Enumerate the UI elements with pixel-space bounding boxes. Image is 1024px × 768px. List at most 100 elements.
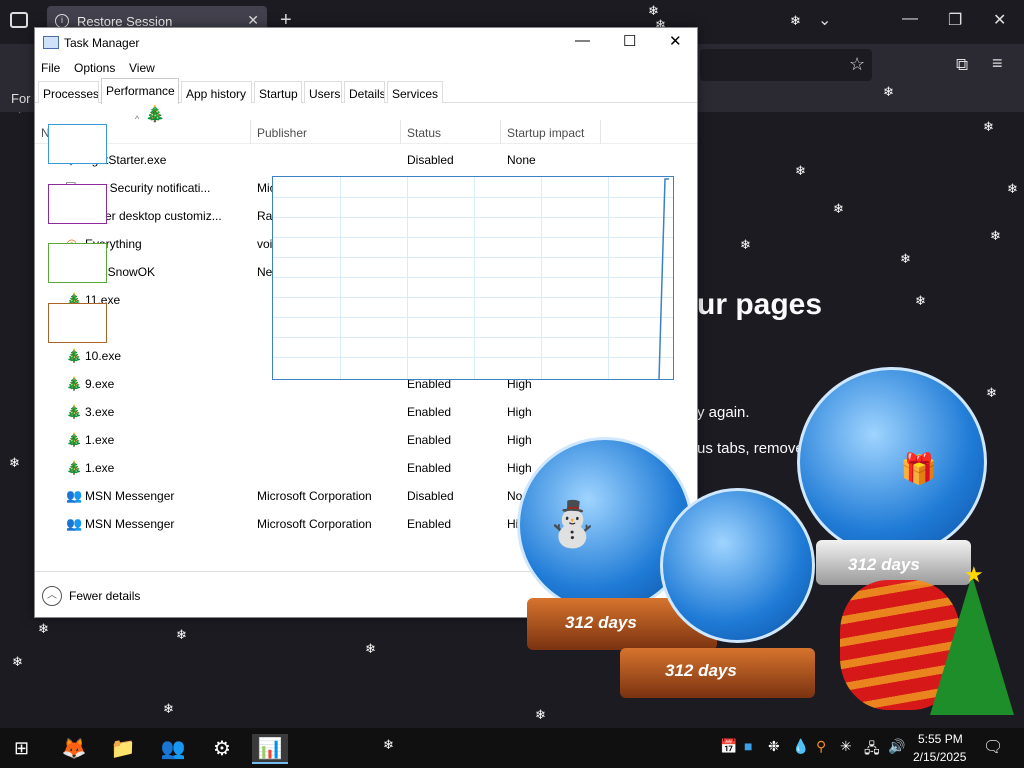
msn-icon: 👥: [66, 488, 83, 503]
page-heading: ur pages: [697, 288, 823, 321]
cell-name: 1.exe: [85, 461, 115, 475]
minimize-icon[interactable]: —: [902, 10, 918, 28]
column-headers: N Publisher Status Startup impact: [35, 120, 697, 144]
menu-view[interactable]: View: [129, 61, 155, 75]
cell-name: 9.exe: [85, 377, 115, 391]
tab-strip: Processes Performance App history Startu…: [35, 78, 697, 104]
square-tray-icon[interactable]: ■: [744, 738, 752, 754]
title-bar[interactable]: Task Manager — ☐ ✕: [35, 28, 697, 58]
windows-start-icon[interactable]: ⊞: [14, 739, 29, 757]
column-startup-impact[interactable]: Startup impact: [507, 126, 584, 140]
tab-startup[interactable]: Startup: [254, 81, 302, 103]
msn-messenger-icon[interactable]: 👥: [155, 734, 191, 764]
cell-startup-impact: None: [507, 153, 536, 167]
snow-globe-right: [797, 367, 987, 557]
tree-icon: 🎄: [66, 460, 83, 475]
snowflake-icon: ❄: [1007, 181, 1018, 196]
snowflake-icon: ❄: [883, 84, 894, 99]
drop-icon[interactable]: 💧: [792, 738, 809, 755]
tab-app-history[interactable]: App history: [181, 81, 252, 103]
calendar-icon[interactable]: 📅: [720, 738, 737, 755]
search-tray-icon[interactable]: ⚲: [816, 738, 826, 755]
bookmark-item[interactable]: For: [11, 91, 31, 106]
snowflake-icon: ❄: [790, 13, 801, 28]
settings-gear-icon[interactable]: ⚙: [204, 734, 240, 764]
cell-publisher: Ne: [257, 265, 273, 279]
file-explorer-icon[interactable]: 📁: [105, 734, 141, 764]
overlay-box-green: [48, 243, 107, 283]
cell-status: Enabled: [407, 405, 452, 419]
cell-publisher: Microsoft Corporation: [257, 489, 372, 503]
snowflake-icon: ❄: [833, 201, 844, 216]
firefox-icon[interactable]: 🦊: [56, 734, 92, 764]
bookmark-star-icon[interactable]: ☆: [849, 54, 865, 75]
fewer-details-link[interactable]: Fewer details: [69, 589, 140, 603]
tab-services[interactable]: Services: [387, 81, 443, 103]
menu-file[interactable]: File: [41, 61, 60, 75]
tray-app-icon[interactable]: ❉: [768, 738, 780, 755]
minimize-icon[interactable]: —: [575, 32, 590, 49]
table-row[interactable]: 🎄 3.exe Enabled High: [35, 398, 697, 426]
clock-time[interactable]: 5:55 PM: [918, 732, 963, 746]
snowflake-icon: ❄: [915, 293, 926, 308]
cell-name: 3.exe: [85, 405, 115, 419]
column-status[interactable]: Status: [407, 126, 441, 140]
tree-icon: 🎄: [66, 404, 83, 419]
close-icon[interactable]: ✕: [669, 32, 682, 50]
snowflake-icon: ❄: [648, 3, 659, 18]
snowflake-icon: ❄: [535, 707, 546, 722]
tab-details[interactable]: Details: [344, 81, 385, 103]
tab-overflow-chevron-icon[interactable]: ⌄: [818, 10, 831, 30]
star-icon: ★: [964, 562, 984, 587]
snowflake-icon: ❄: [12, 654, 23, 669]
url-bar[interactable]: [700, 49, 872, 81]
cell-startup-impact: High: [507, 405, 532, 419]
overlay-box-blue: [48, 124, 107, 164]
network-icon[interactable]: 🖧: [864, 738, 880, 762]
table-row[interactable]: ◆dgetStarter.exeDisabledNone: [35, 146, 697, 174]
days-counter-label: 312 days: [848, 555, 920, 574]
tab-list-icon[interactable]: [10, 12, 28, 28]
notification-icon[interactable]: 🗨: [983, 737, 1003, 757]
close-window-icon[interactable]: ✕: [993, 10, 1006, 30]
gifts-icon: 🎁: [900, 453, 938, 486]
performance-graph: [272, 176, 674, 380]
task-manager-icon: [43, 36, 59, 49]
menu-bar: File Options View: [35, 58, 697, 78]
tab-users[interactable]: Users: [304, 81, 342, 103]
snowflake-tray-icon[interactable]: ✳: [840, 738, 852, 755]
snowflake-icon: ❄: [740, 237, 751, 252]
cell-name: 1.exe: [85, 433, 115, 447]
tree-icon: 🎄: [66, 376, 83, 391]
snowflake-icon: ❄: [9, 455, 20, 470]
menu-options[interactable]: Options: [74, 61, 115, 75]
clock-date[interactable]: 2/15/2025: [913, 750, 966, 764]
restore-icon[interactable]: ❐: [948, 10, 962, 30]
cell-name: MSN Messenger: [85, 517, 175, 531]
volume-icon[interactable]: 🔊: [888, 738, 905, 755]
msn-icon: 👥: [66, 516, 83, 531]
snowflake-icon: ❄: [795, 163, 806, 178]
tab-performance[interactable]: Performance: [101, 78, 179, 104]
maximize-icon[interactable]: ☐: [623, 32, 636, 50]
extensions-icon[interactable]: ⧉: [956, 55, 968, 75]
cell-status: Enabled: [407, 433, 452, 447]
tab-processes[interactable]: Processes: [38, 81, 99, 103]
snowflake-icon: ❄: [383, 737, 394, 752]
menu-hamburger-icon[interactable]: ≡: [992, 53, 1003, 74]
column-publisher[interactable]: Publisher: [257, 126, 307, 140]
snowflake-icon: ❄: [38, 621, 49, 636]
task-manager-taskbar-icon[interactable]: 📊: [252, 734, 288, 764]
snowman-icon: ⛄: [545, 500, 600, 549]
cell-startup-impact: High: [507, 433, 532, 447]
snowflake-icon: ❄: [176, 627, 187, 642]
column-divider: [250, 120, 251, 144]
cell-status: Disabled: [407, 489, 454, 503]
snow-globe-middle: [660, 488, 815, 643]
chevron-up-icon[interactable]: ︿: [42, 586, 62, 606]
tree-icon: 🎄: [66, 432, 83, 447]
tree-icon: 🎄: [66, 348, 83, 363]
snowflake-icon: ❄: [163, 701, 174, 716]
cell-name: 10.exe: [85, 349, 122, 363]
cell-startup-impact: High: [507, 461, 532, 475]
